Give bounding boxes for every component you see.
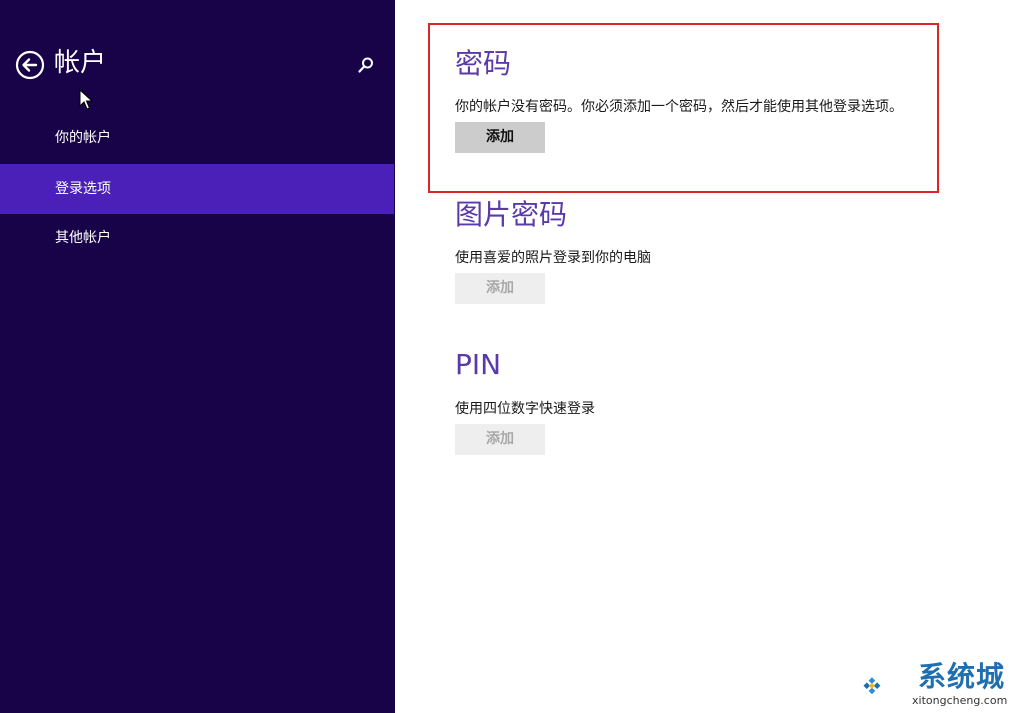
mouse-cursor-icon [79,89,93,110]
password-description: 你的帐户没有密码。你必须添加一个密码，然后才能使用其他登录选项。 [455,99,903,115]
search-icon [358,57,373,73]
page-title: 帐户 [54,48,107,78]
search-button[interactable] [356,55,376,75]
watermark-brand: 系统城 [918,660,1006,693]
add-password-button[interactable]: 添加 [455,122,545,153]
sidebar-item-label: 登录选项 [55,181,111,197]
watermark-url: xitongcheng.com [912,694,1008,707]
back-button[interactable] [15,50,45,80]
add-pin-button: 添加 [455,424,545,455]
add-picture-password-button: 添加 [455,273,545,304]
picture-password-description: 使用喜爱的照片登录到你的电脑 [455,250,651,266]
sidebar-item-label: 其他帐户 [55,230,111,246]
pin-heading: PIN [455,348,502,381]
logo-icon [863,677,881,695]
sidebar-item-sign-in-options[interactable]: 登录选项 [0,164,394,214]
sidebar-item-label: 你的帐户 [55,130,111,146]
sidebar-item-your-account[interactable]: 你的帐户 [0,113,394,163]
picture-password-heading: 图片密码 [455,198,568,231]
back-arrow-icon [15,50,45,80]
password-heading: 密码 [455,47,512,80]
sidebar-item-other-accounts[interactable]: 其他帐户 [0,213,394,263]
pin-description: 使用四位数字快速登录 [455,401,595,417]
sidebar: 帐户 你的帐户 登录选项 其他帐户 [0,0,395,713]
